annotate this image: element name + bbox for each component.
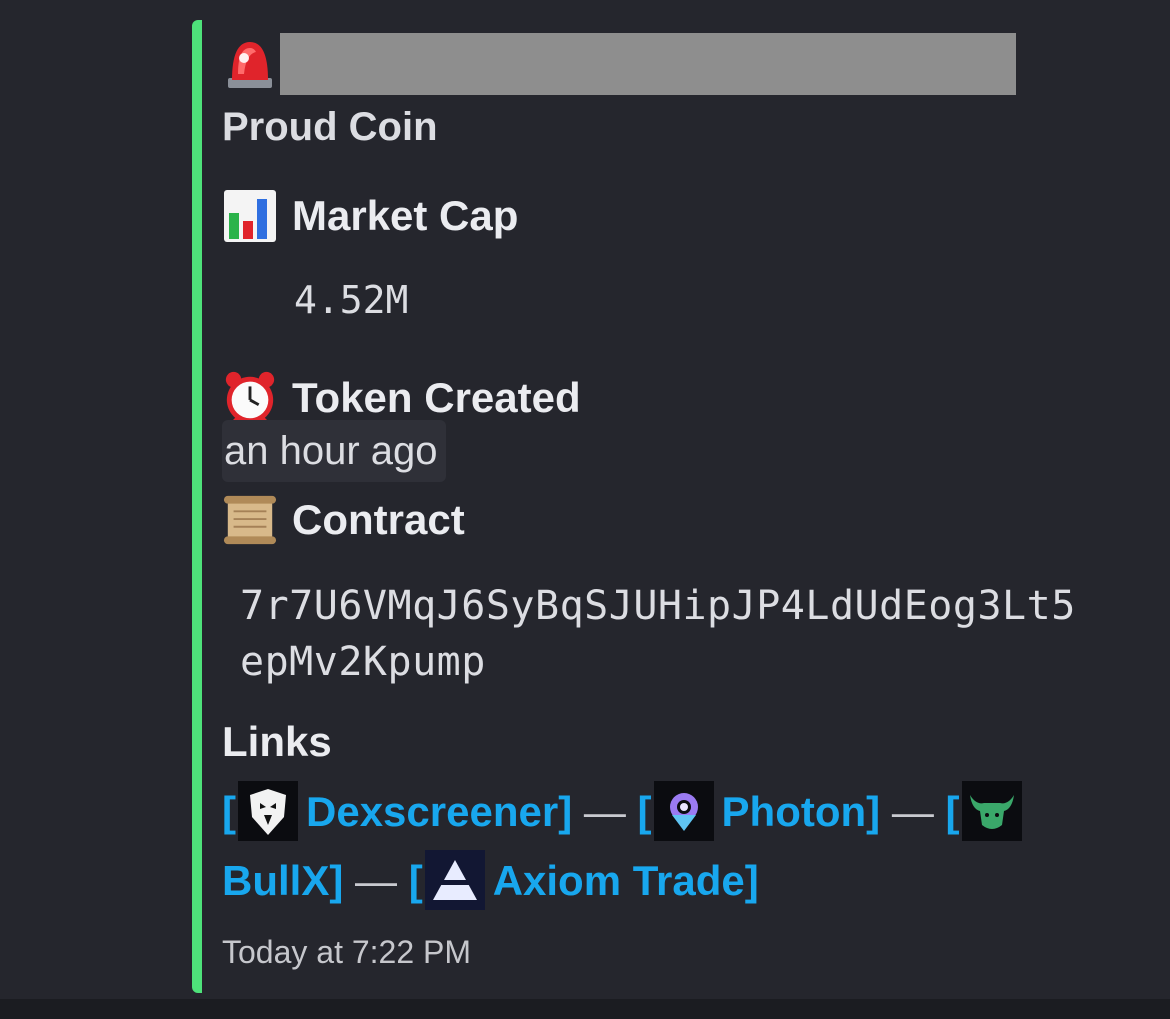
bracket-open: [ <box>945 788 960 835</box>
field-market-cap: Market Cap <box>222 188 518 244</box>
field-contract: Contract <box>222 492 465 548</box>
field-value-market-cap: 4.52M <box>294 278 409 322</box>
eagle-icon <box>238 780 298 841</box>
bottom-divider <box>0 999 1170 1019</box>
bracket-close: ] <box>744 856 759 904</box>
link-separator: — <box>880 788 946 835</box>
field-value-contract[interactable]: 7r7U6VMqJ6SyBqSJUHipJP4LdUdEog3Lt5epMv2K… <box>240 578 1100 690</box>
bull-icon <box>961 780 1022 841</box>
rotating-light-icon <box>222 34 278 90</box>
bracket-close: ] <box>558 788 573 835</box>
field-name-token-created: Token Created <box>292 374 581 421</box>
link-separator: — <box>572 788 638 835</box>
bracket-close: ] <box>329 856 344 904</box>
photon-icon <box>653 780 714 841</box>
message-embed: Proud Coin Market Cap 4.52M Token Create… <box>192 20 1092 993</box>
field-value-token-created[interactable]: an hour ago <box>222 420 446 482</box>
links-title: Links <box>222 718 332 765</box>
bar-chart-icon <box>222 188 278 244</box>
embed-accent-bar <box>192 20 202 993</box>
link-bullx[interactable]: BullX <box>222 857 329 904</box>
bracket-close: ] <box>866 788 881 835</box>
field-name-market-cap: Market Cap <box>292 192 519 239</box>
bracket-open: [ <box>637 788 652 835</box>
link-separator: — <box>343 856 409 904</box>
bracket-open: [ <box>222 788 236 835</box>
field-name-contract: Contract <box>292 496 465 543</box>
redacted-header-text <box>280 33 1016 95</box>
alarm-clock-icon <box>222 370 278 426</box>
axiom-icon <box>424 849 485 910</box>
link-axiom-trade[interactable]: Axiom Trade <box>493 857 745 904</box>
embed-title: Proud Coin <box>222 105 438 149</box>
bracket-open: [ <box>408 856 423 904</box>
scroll-icon <box>222 492 278 548</box>
field-token-created: Token Created <box>222 370 581 426</box>
message-timestamp: Today at 7:22 PM <box>222 934 472 970</box>
embed-header <box>222 34 278 90</box>
link-dexscreener[interactable]: Dexscreener <box>306 788 558 835</box>
link-photon[interactable]: Photon <box>722 788 867 835</box>
links-list: [ Dexscreener] — [ Photon] — [ BullX] — … <box>222 780 1082 918</box>
